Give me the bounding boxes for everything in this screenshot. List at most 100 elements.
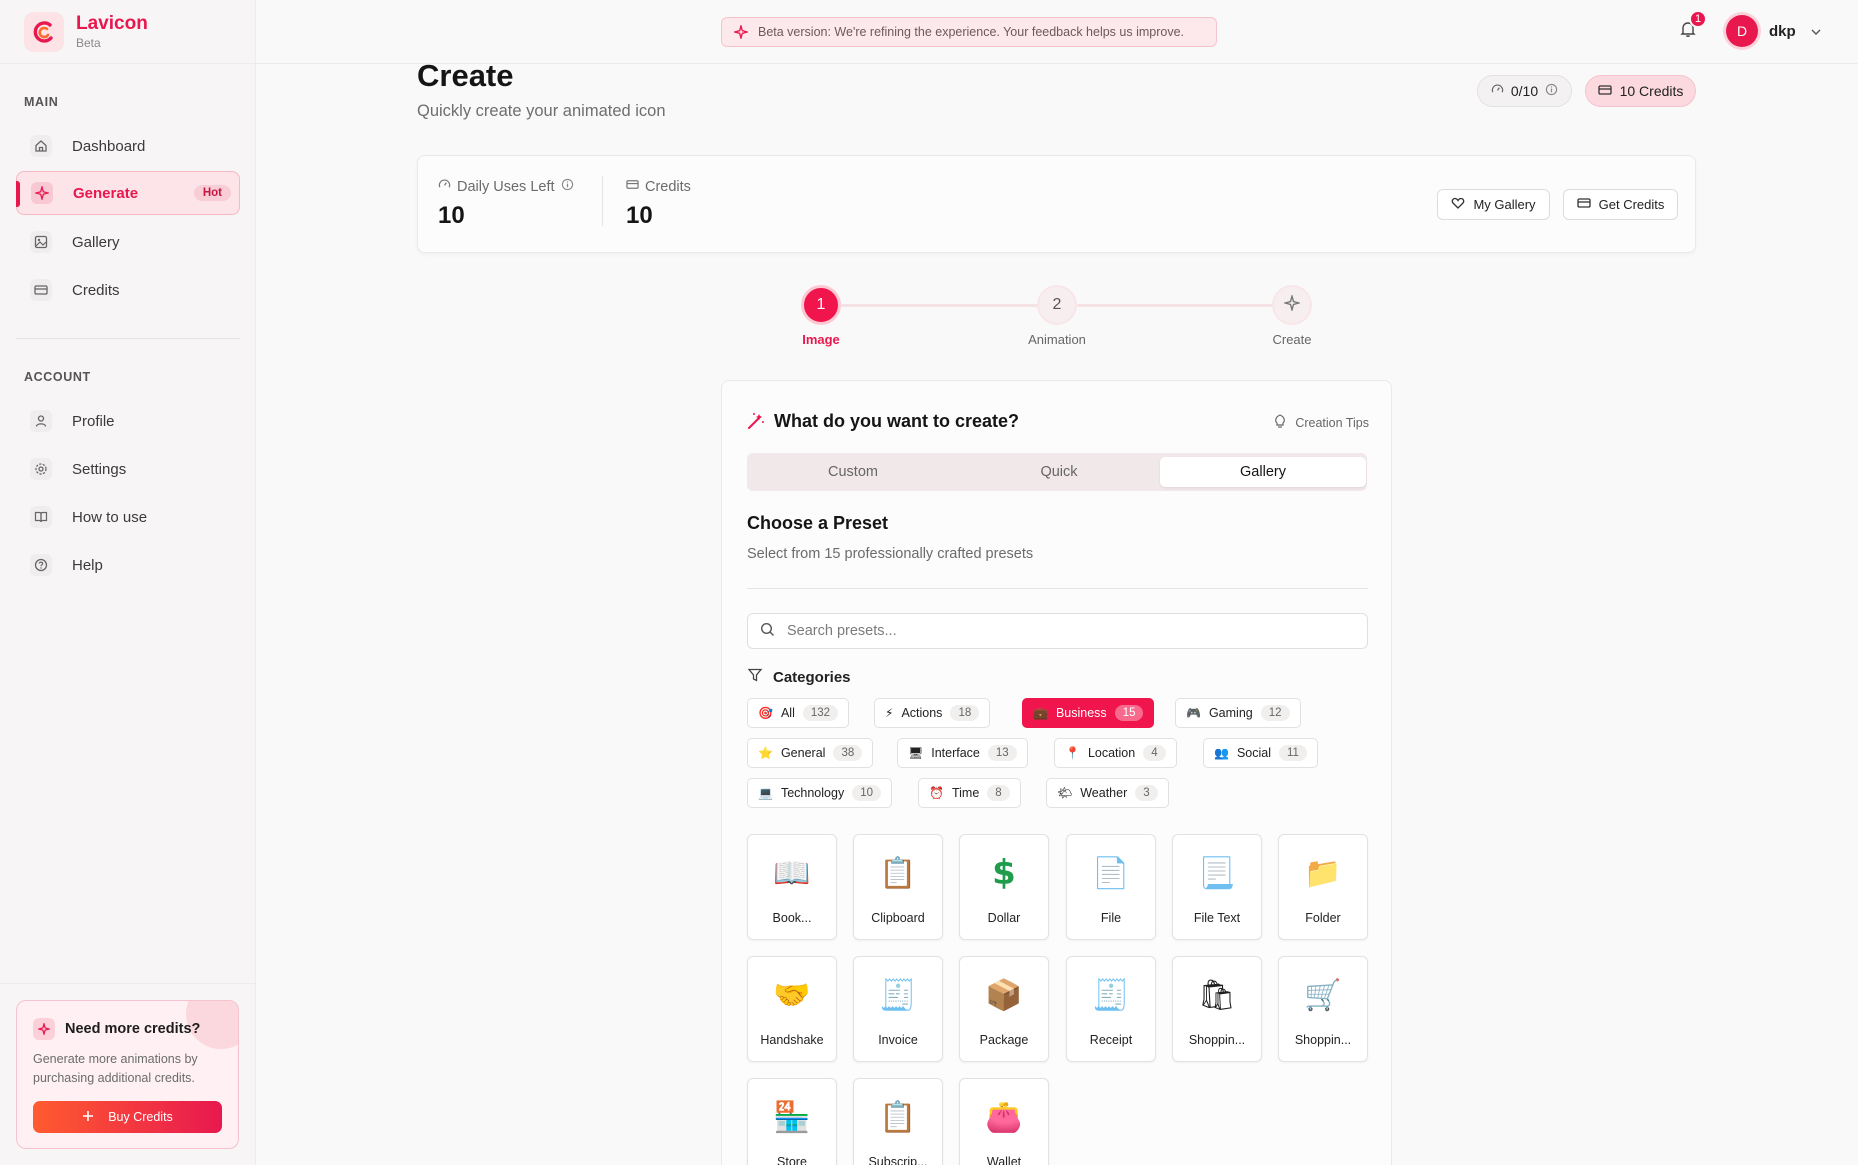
sidebar-item-how-to-use[interactable]: How to use (16, 495, 240, 539)
category-chip-location[interactable]: 📍 Location 4 (1054, 738, 1177, 768)
topbar: Beta version: We're refining the experie… (256, 0, 1858, 64)
user-name[interactable]: dkp (1769, 23, 1796, 40)
chip-label: General (780, 746, 826, 760)
preset-label: Book... (772, 911, 812, 925)
sidebar-item-credits[interactable]: Credits (16, 268, 240, 312)
preset-tile-book[interactable]: 📖 Book... (747, 834, 837, 940)
preset-label: Clipboard (871, 911, 925, 925)
credits-promo-card: Need more credits? Generate more animati… (16, 1000, 239, 1149)
credits-label: Credits (626, 178, 691, 195)
step-2-label: Animation (1028, 332, 1086, 347)
page-subtitle: Quickly create your animated icon (417, 102, 666, 120)
notification-badge: 1 (1689, 10, 1707, 28)
chip-label: Business (1055, 706, 1107, 720)
creator-card: What do you want to create? Creation Tip… (721, 380, 1392, 1165)
creator-title: What do you want to create? (774, 411, 1020, 431)
daily-uses-pill[interactable]: 0/10 (1477, 75, 1572, 107)
search-input[interactable] (787, 623, 1347, 639)
sparkle-icon (31, 182, 53, 204)
category-chip-interface[interactable]: 🖥 Interface 13 (897, 738, 1028, 768)
preset-label: Store (777, 1155, 807, 1165)
chip-label: Location (1087, 746, 1136, 760)
brand-name: Lavicon (76, 12, 148, 34)
sidebar-item-profile[interactable]: Profile (16, 399, 240, 443)
plus-icon (82, 1110, 94, 1125)
category-chip-social[interactable]: 👥 Social 11 (1203, 738, 1318, 768)
monitor-icon: 🖥 (908, 746, 924, 760)
brand[interactable]: Lavicon Beta (0, 0, 255, 64)
stepper-line (1077, 304, 1292, 307)
chip-label: Social (1236, 746, 1271, 760)
credit-card-icon (1576, 196, 1591, 213)
sidebar-item-help[interactable]: Help (16, 543, 240, 587)
chip-count: 15 (1114, 705, 1144, 721)
sidebar-item-dashboard[interactable]: Dashboard (16, 124, 240, 168)
user-icon (30, 410, 52, 432)
chip-label: Interface (931, 746, 980, 760)
preset-label: Folder (1305, 911, 1341, 925)
step-1-label: Image (802, 332, 840, 347)
category-chip-technology[interactable]: 💻 Technology 10 (747, 778, 892, 808)
preset-tile-handshake[interactable]: 🤝 Handshake (747, 956, 837, 1062)
step-3-label: Create (1272, 332, 1312, 347)
preset-tile-folder[interactable]: 📁 Folder (1278, 834, 1368, 940)
preset-tile-package[interactable]: 📦 Package (959, 956, 1049, 1062)
info-icon[interactable] (561, 178, 574, 195)
chevron-down-icon[interactable] (1810, 25, 1822, 41)
category-chip-actions[interactable]: ⚡ Actions 18 (874, 698, 991, 728)
sidebar-item-gallery[interactable]: Gallery (16, 220, 240, 264)
preset-search[interactable] (747, 613, 1368, 649)
category-chip-time[interactable]: ⏰ Time 8 (918, 778, 1021, 808)
category-chip-business[interactable]: 💼 Business 15 (1022, 698, 1155, 728)
preset-tile-subscription[interactable]: 📋 Subscrip... (853, 1078, 943, 1165)
preset-tile-file[interactable]: 📄 File (1066, 834, 1156, 940)
file-icon: 📄 (1092, 855, 1130, 891)
category-chip-weather[interactable]: 🌤 Weather 3 (1046, 778, 1169, 808)
receipt-icon: 🧾 (1092, 977, 1130, 1013)
gauge-icon (1491, 83, 1504, 99)
preset-tile-invoice[interactable]: 🧾 Invoice (853, 956, 943, 1062)
preset-label: Dollar (987, 911, 1021, 925)
preset-label: Package (979, 1033, 1029, 1047)
preset-tile-store[interactable]: 🏪 Store (747, 1078, 837, 1165)
sidebar-item-settings[interactable]: Settings (16, 447, 240, 491)
preset-label: File (1100, 911, 1122, 925)
category-chip-general[interactable]: ⭐ General 38 (747, 738, 874, 768)
preset-tile-shopping-bag[interactable]: 🛍 Shoppin... (1172, 956, 1262, 1062)
category-chip-all[interactable]: 🎯 All 132 (747, 698, 850, 728)
sidebar-item-label: Gallery (72, 233, 120, 251)
preset-tile-clipboard[interactable]: 📋 Clipboard (853, 834, 943, 940)
buy-credits-button[interactable]: Buy Credits (33, 1101, 222, 1133)
tab-quick[interactable]: Quick (956, 457, 1162, 487)
preset-label: File Text (1193, 911, 1241, 925)
tab-custom[interactable]: Custom (750, 457, 956, 487)
preset-tile-wallet[interactable]: 👛 Wallet (959, 1078, 1049, 1165)
preset-tile-dollar[interactable]: $ Dollar (959, 834, 1049, 940)
chip-count: 132 (802, 705, 839, 721)
step-1-marker[interactable]: 1 (801, 285, 841, 325)
gamepad-icon: 🎮 (1186, 706, 1201, 720)
avatar[interactable]: D (1726, 15, 1758, 47)
preset-tile-shopping-cart[interactable]: 🛒 Shoppin... (1278, 956, 1368, 1062)
store-icon: 🏪 (773, 1099, 811, 1135)
sidebar-item-label: Dashboard (72, 137, 146, 155)
pin-icon: 📍 (1065, 746, 1080, 760)
my-gallery-button[interactable]: My Gallery (1437, 189, 1550, 220)
credits-pill[interactable]: 10 Credits (1585, 75, 1696, 107)
preset-tile-receipt[interactable]: 🧾 Receipt (1066, 956, 1156, 1062)
people-icon: 👥 (1214, 746, 1229, 760)
invoice-icon: 🧾 (879, 977, 917, 1013)
sidebar-item-generate[interactable]: Generate Hot (16, 171, 240, 215)
preset-tile-file-text[interactable]: 📃 File Text (1172, 834, 1262, 940)
daily-uses-value: 10 (438, 202, 465, 229)
tab-gallery[interactable]: Gallery (1160, 457, 1366, 487)
step-3-marker[interactable] (1272, 285, 1312, 325)
step-2-marker[interactable]: 2 (1037, 285, 1077, 325)
get-credits-button[interactable]: Get Credits (1563, 189, 1678, 220)
creation-tips-link[interactable]: Creation Tips (1273, 413, 1369, 432)
daily-uses-value: 0/10 (1510, 83, 1539, 99)
category-chip-gaming[interactable]: 🎮 Gaming 12 (1175, 698, 1301, 728)
preset-subtitle: Select from 15 professionally crafted pr… (747, 546, 1034, 562)
chip-count: 3 (1135, 785, 1158, 801)
briefcase-icon: 💼 (1033, 706, 1048, 720)
